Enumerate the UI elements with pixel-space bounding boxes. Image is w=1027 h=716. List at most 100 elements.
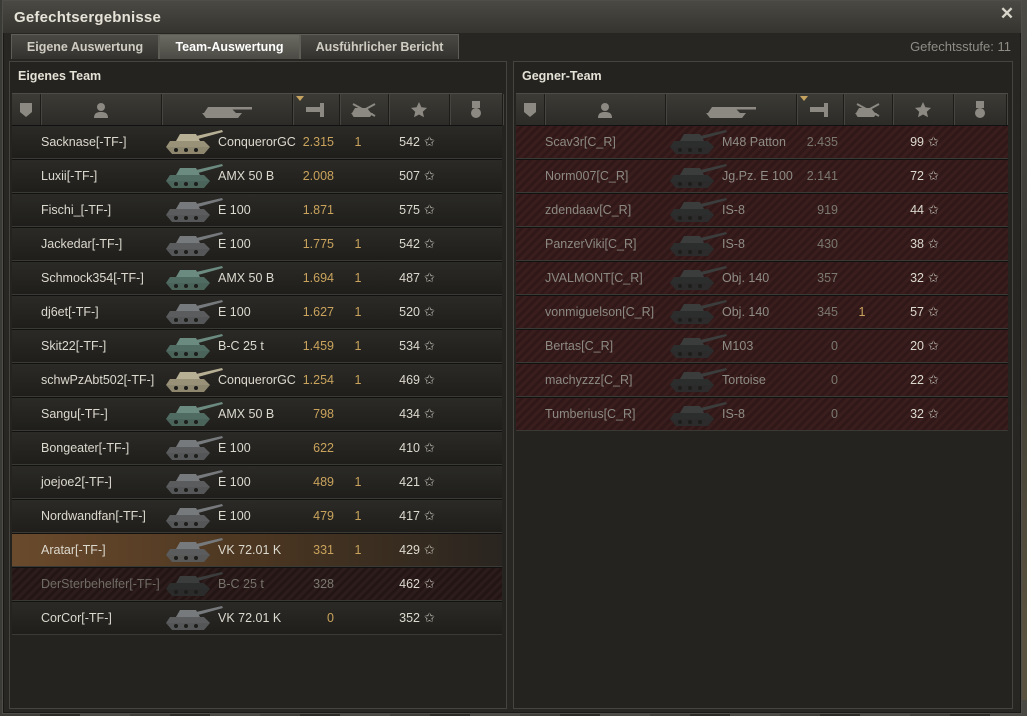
damage-value: 798 <box>313 407 334 421</box>
column-header-player[interactable] <box>41 94 162 125</box>
damage-value: 1.459 <box>302 339 334 353</box>
player-row[interactable]: machyzzz[C_R] Tortoise 0 22 ✩ <box>516 363 1008 397</box>
xp-value: 57 <box>910 305 924 319</box>
player-row[interactable]: Scav3r[C_R] M48 Patton 2.435 99 ✩ <box>516 125 1008 159</box>
column-header-squad[interactable] <box>516 94 545 125</box>
tank-icon <box>162 604 226 632</box>
xp-star-icon <box>411 101 427 118</box>
column-header-squad[interactable] <box>12 94 41 125</box>
player-name: Schmock354[-TF-] <box>41 271 144 285</box>
damage-value: 2.435 <box>806 135 838 149</box>
close-icon[interactable]: ✕ <box>999 5 1015 22</box>
player-row[interactable]: Tumberius[C_R] IS-8 0 32 ✩ <box>516 397 1008 431</box>
column-header-damage[interactable] <box>797 94 844 125</box>
tank-icon <box>666 128 730 156</box>
medal-icon <box>974 100 986 119</box>
xp-value: 32 <box>910 271 924 285</box>
column-header-player[interactable] <box>545 94 666 125</box>
xp-value: 99 <box>910 135 924 149</box>
tank-icon <box>666 162 730 190</box>
enemy-team-header <box>516 93 1008 126</box>
xp-value: 487 <box>399 271 420 285</box>
tab-team-auswertung[interactable]: Team-Auswertung <box>159 34 300 59</box>
player-name: Aratar[-TF-] <box>41 543 106 557</box>
player-row[interactable]: Nordwandfan[-TF-] E 100 479 1 417 ✩ <box>12 499 502 533</box>
player-name: JVALMONT[C_R] <box>545 271 643 285</box>
xp-star-icon: ✩ <box>928 270 939 285</box>
player-row[interactable]: dj6et[-TF-] E 100 1.627 1 520 ✩ <box>12 295 502 329</box>
damage-value: 1.627 <box>302 305 334 319</box>
player-name: PanzerViki[C_R] <box>545 237 637 251</box>
tank-icon <box>666 230 730 258</box>
player-name: dj6et[-TF-] <box>41 305 99 319</box>
player-row[interactable]: Bongeater[-TF-] E 100 622 410 ✩ <box>12 431 502 465</box>
player-row[interactable]: Skit22[-TF-] B-C 25 t 1.459 1 534 ✩ <box>12 329 502 363</box>
player-row[interactable]: schwPzAbt502[-TF-] ConquerorGC 1.254 1 469 ✩ <box>12 363 502 397</box>
kills-value <box>844 160 880 192</box>
player-row[interactable]: Jackedar[-TF-] E 100 1.775 1 542 ✩ <box>12 227 502 261</box>
player-name: zdendaav[C_R] <box>545 203 632 217</box>
column-header-xp-star[interactable] <box>893 94 954 125</box>
player-row[interactable]: Luxii[-TF-] AMX 50 B 2.008 507 ✩ <box>12 159 502 193</box>
player-row[interactable]: JVALMONT[C_R] Obj. 140 357 32 ✩ <box>516 261 1008 295</box>
column-header-medal[interactable] <box>954 94 1007 125</box>
battle-results-window: Gefechtsergebnisse ✕ Eigene Auswertung T… <box>2 0 1022 714</box>
tank-icon <box>666 264 730 292</box>
column-header-medal[interactable] <box>450 94 503 125</box>
column-header-kills[interactable] <box>844 94 893 125</box>
player-row[interactable]: CorCor[-TF-] VK 72.01 K 0 352 ✩ <box>12 601 502 635</box>
kills-value <box>340 568 376 600</box>
kills-value: 1 <box>858 305 866 319</box>
tank-icon <box>162 298 226 326</box>
column-header-tank[interactable] <box>666 94 797 125</box>
xp-star-icon: ✩ <box>928 372 939 387</box>
player-row[interactable]: joejoe2[-TF-] E 100 489 1 421 ✩ <box>12 465 502 499</box>
damage-value: 1.254 <box>302 373 334 387</box>
player-row[interactable]: Norm007[C_R] Jg.Pz. E 100 2.141 72 ✩ <box>516 159 1008 193</box>
player-row[interactable]: zdendaav[C_R] IS-8 919 44 ✩ <box>516 193 1008 227</box>
player-row[interactable]: DerSterbehelfer[-TF-] B-C 25 t 328 462 ✩ <box>12 567 502 601</box>
sort-descending-icon <box>296 96 304 101</box>
xp-value: 352 <box>399 611 420 625</box>
player-row[interactable]: PanzerViki[C_R] IS-8 430 38 ✩ <box>516 227 1008 261</box>
player-row[interactable]: Sangu[-TF-] AMX 50 B 798 434 ✩ <box>12 397 502 431</box>
player-name: Fischi_[-TF-] <box>41 203 112 217</box>
tab-ausfuehrlicher-bericht[interactable]: Ausführlicher Bericht <box>300 34 459 59</box>
column-header-xp-star[interactable] <box>389 94 450 125</box>
xp-value: 22 <box>910 373 924 387</box>
player-name: schwPzAbt502[-TF-] <box>41 373 155 387</box>
kills-value: 1 <box>354 271 362 285</box>
tank-icon <box>162 536 226 564</box>
tank-icon <box>162 162 226 190</box>
column-header-damage[interactable] <box>293 94 340 125</box>
kills-value <box>340 602 376 634</box>
tank-icon <box>666 366 730 394</box>
xp-star-icon: ✩ <box>424 542 435 557</box>
player-row[interactable]: Bertas[C_R] M103 0 20 ✩ <box>516 329 1008 363</box>
player-row[interactable]: Fischi_[-TF-] E 100 1.871 575 ✩ <box>12 193 502 227</box>
damage-value: 430 <box>817 237 838 251</box>
column-header-tank[interactable] <box>162 94 293 125</box>
player-row[interactable]: Sacknase[-TF-] ConquerorGC 2.315 1 542 ✩ <box>12 125 502 159</box>
player-row[interactable]: vonmiguelson[C_R] Obj. 140 345 1 57 ✩ <box>516 295 1008 329</box>
column-header-kills[interactable] <box>340 94 389 125</box>
tank-icon <box>200 101 254 119</box>
medal-icon <box>470 100 482 119</box>
player-name: Bertas[C_R] <box>545 339 614 353</box>
damage-icon <box>306 102 326 118</box>
kills-value <box>340 398 376 430</box>
player-row[interactable]: Aratar[-TF-] VK 72.01 K 331 1 429 ✩ <box>12 533 502 567</box>
player-name: Skit22[-TF-] <box>41 339 107 353</box>
xp-star-icon: ✩ <box>928 134 939 149</box>
xp-star-icon: ✩ <box>424 372 435 387</box>
kills-value <box>340 194 376 226</box>
tank-icon <box>162 400 226 428</box>
player-name: Tumberius[C_R] <box>545 407 636 421</box>
xp-star-icon: ✩ <box>424 236 435 251</box>
xp-value: 534 <box>399 339 420 353</box>
damage-value: 345 <box>817 305 838 319</box>
player-row[interactable]: Schmock354[-TF-] AMX 50 B 1.694 1 487 ✩ <box>12 261 502 295</box>
tab-eigene-auswertung[interactable]: Eigene Auswertung <box>11 34 159 59</box>
kills-value <box>844 364 880 396</box>
kills-value: 1 <box>354 543 362 557</box>
